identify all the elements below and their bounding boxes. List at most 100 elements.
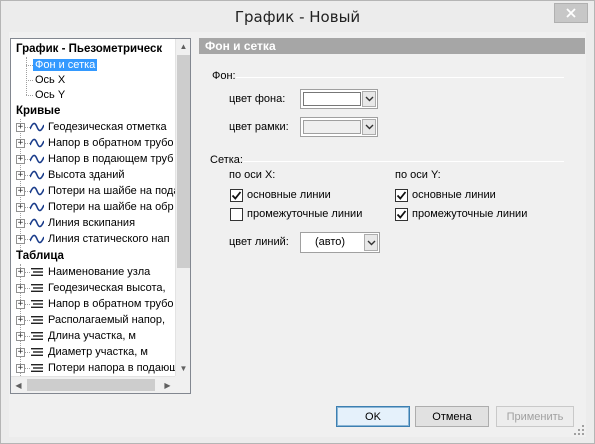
select-value: (авто) bbox=[315, 236, 346, 248]
y-axis-label: по оси Y: bbox=[395, 169, 441, 181]
table-column-item[interactable]: + Диаметр участка, м bbox=[11, 344, 175, 360]
tree-header-chart[interactable]: График - Пьезометрическ bbox=[16, 41, 162, 57]
curve-icon bbox=[30, 202, 44, 212]
table-column-label: Наименование узла bbox=[48, 266, 151, 278]
expand-icon[interactable]: + bbox=[16, 123, 25, 132]
curve-icon bbox=[30, 234, 44, 244]
apply-button[interactable]: Применить bbox=[496, 406, 574, 427]
curve-icon bbox=[30, 218, 44, 228]
table-column-icon bbox=[31, 284, 43, 292]
expand-icon[interactable]: + bbox=[16, 332, 25, 341]
close-button[interactable] bbox=[554, 3, 588, 23]
curve-icon bbox=[30, 122, 44, 132]
curve-item[interactable]: + Геодезическая отметка bbox=[11, 119, 175, 135]
x-axis-label: по оси X: bbox=[229, 169, 276, 181]
expand-icon[interactable]: + bbox=[16, 284, 25, 293]
dialog-client-area: График - Пьезометрическ Фон и сетка Ось … bbox=[9, 32, 586, 437]
background-group-label: Фон: bbox=[212, 70, 236, 82]
tree-vertical-scrollbar[interactable]: ▲ ▼ bbox=[175, 39, 190, 376]
scroll-right-icon[interactable]: ▶ bbox=[160, 377, 175, 393]
expand-icon[interactable]: + bbox=[16, 235, 25, 244]
x-minor-lines-label[interactable]: промежуточные линии bbox=[247, 208, 362, 220]
table-column-item[interactable]: + Длина участка, м bbox=[11, 328, 175, 344]
table-column-item[interactable]: + Располагаемый напор, bbox=[11, 312, 175, 328]
scroll-left-icon[interactable]: ◀ bbox=[11, 377, 26, 393]
table-column-item[interactable]: + Наименование узла bbox=[11, 264, 175, 280]
y-minor-lines-checkbox[interactable] bbox=[395, 208, 408, 221]
tree-header-curves[interactable]: Кривые bbox=[16, 103, 60, 119]
scroll-thumb[interactable] bbox=[177, 55, 190, 268]
curve-item[interactable]: + Потери на шайбе на обр bbox=[11, 199, 175, 215]
bg-color-picker[interactable] bbox=[300, 89, 378, 109]
chevron-down-icon[interactable] bbox=[362, 119, 376, 135]
section-title: Фон и сетка bbox=[199, 38, 585, 54]
table-column-icon bbox=[31, 348, 43, 356]
expand-icon[interactable]: + bbox=[16, 187, 25, 196]
y-main-lines-checkbox[interactable] bbox=[395, 189, 408, 202]
curve-item[interactable]: + Потери на шайбе на пода bbox=[11, 183, 175, 199]
tree-connector bbox=[26, 57, 27, 95]
scroll-thumb[interactable] bbox=[27, 379, 155, 391]
curve-item[interactable]: + Линия статического нап bbox=[11, 231, 175, 247]
table-column-icon bbox=[31, 364, 43, 372]
y-main-lines-label[interactable]: основные линии bbox=[412, 189, 496, 201]
tree-header-table[interactable]: Таблица bbox=[16, 248, 64, 264]
frame-color-label: цвет рамки: bbox=[229, 121, 289, 133]
curve-icon bbox=[30, 138, 44, 148]
expand-icon[interactable]: + bbox=[16, 203, 25, 212]
table-column-item[interactable]: + Напор в обратном трубо bbox=[11, 296, 175, 312]
chevron-down-icon[interactable] bbox=[364, 234, 378, 251]
x-main-lines-label[interactable]: основные линии bbox=[247, 189, 331, 201]
resize-grip-icon[interactable] bbox=[574, 425, 584, 435]
scroll-up-icon[interactable]: ▲ bbox=[176, 39, 191, 54]
curve-label: Напор в обратном трубо bbox=[48, 137, 174, 149]
curve-label: Линия вскипания bbox=[48, 217, 136, 229]
curve-item[interactable]: + Линия вскипания bbox=[11, 215, 175, 231]
curve-label: Потери на шайбе на обр bbox=[48, 201, 174, 213]
table-column-label: Геодезическая высота, bbox=[48, 282, 166, 294]
table-column-item[interactable]: + Потери напора в подающ bbox=[11, 360, 175, 376]
tree-connector bbox=[26, 65, 33, 66]
tree-item-axis-y[interactable]: Ось Y bbox=[35, 87, 65, 103]
curve-label: Потери на шайбе на пода bbox=[48, 185, 175, 197]
expand-icon[interactable]: + bbox=[16, 155, 25, 164]
ok-button[interactable]: OK bbox=[336, 406, 410, 427]
settings-tree[interactable]: График - Пьезометрическ Фон и сетка Ось … bbox=[10, 38, 191, 394]
expand-icon[interactable]: + bbox=[16, 219, 25, 228]
y-minor-lines-label[interactable]: промежуточные линии bbox=[412, 208, 527, 220]
curve-item[interactable]: + Высота зданий bbox=[11, 167, 175, 183]
curve-label: Высота зданий bbox=[48, 169, 125, 181]
cancel-button[interactable]: Отмена bbox=[415, 406, 489, 427]
bg-color-label: цвет фона: bbox=[229, 93, 286, 105]
expand-icon[interactable]: + bbox=[16, 316, 25, 325]
tree-item-label: Фон и сетка bbox=[33, 59, 98, 71]
expand-icon[interactable]: + bbox=[16, 268, 25, 277]
line-color-select[interactable]: (авто) bbox=[300, 232, 380, 253]
expand-icon[interactable]: + bbox=[16, 171, 25, 180]
curve-label: Линия статического нап bbox=[48, 233, 170, 245]
tree-item-background-grid[interactable]: Фон и сетка bbox=[33, 57, 98, 73]
curve-item[interactable]: + Напор в обратном трубо bbox=[11, 135, 175, 151]
table-column-label: Потери напора в подающ bbox=[48, 362, 175, 374]
table-column-label: Напор в обратном трубо bbox=[48, 298, 174, 310]
chevron-down-icon[interactable] bbox=[362, 91, 376, 107]
expand-icon[interactable]: + bbox=[16, 364, 25, 373]
scrollbar-corner bbox=[175, 376, 190, 393]
title-bar[interactable]: График - Новый bbox=[1, 1, 594, 32]
expand-icon[interactable]: + bbox=[16, 300, 25, 309]
table-column-label: Длина участка, м bbox=[48, 330, 136, 342]
frame-color-picker[interactable] bbox=[300, 117, 378, 137]
tree-item-axis-x[interactable]: Ось X bbox=[35, 72, 65, 88]
table-column-label: Располагаемый напор, bbox=[48, 314, 166, 326]
tree-horizontal-scrollbar[interactable]: ◀ ▶ bbox=[11, 376, 175, 393]
curve-item[interactable]: + Напор в подающем труб bbox=[11, 151, 175, 167]
x-minor-lines-checkbox[interactable] bbox=[230, 208, 243, 221]
x-main-lines-checkbox[interactable] bbox=[230, 189, 243, 202]
table-column-item[interactable]: + Геодезическая высота, bbox=[11, 280, 175, 296]
curve-icon bbox=[30, 170, 44, 180]
expand-icon[interactable]: + bbox=[16, 139, 25, 148]
scroll-down-icon[interactable]: ▼ bbox=[176, 361, 191, 376]
table-column-icon bbox=[31, 300, 43, 308]
tree-connector bbox=[26, 80, 33, 81]
expand-icon[interactable]: + bbox=[16, 348, 25, 357]
